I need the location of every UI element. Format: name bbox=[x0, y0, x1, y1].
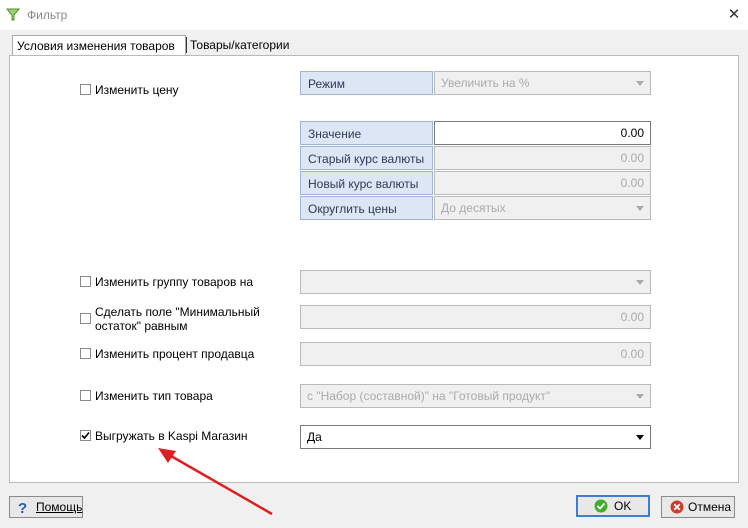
annotation-arrow bbox=[158, 448, 273, 516]
mode-select[interactable]: Увеличить на % bbox=[434, 71, 651, 95]
mode-value: Увеличить на % bbox=[441, 76, 530, 90]
chevron-down-icon bbox=[632, 273, 648, 291]
seller-percent-input[interactable]: 0.00 bbox=[300, 342, 651, 366]
round-label: Округлить цены bbox=[300, 196, 433, 220]
change-price-label: Изменить цену bbox=[95, 83, 179, 97]
tab-conditions[interactable]: Условия изменения товаров bbox=[12, 35, 186, 55]
filter-app-icon bbox=[6, 8, 20, 21]
change-price-checkbox[interactable] bbox=[80, 84, 91, 95]
min-stock-label-line1: Сделать поле "Минимальный bbox=[95, 305, 260, 319]
close-icon[interactable]: ✕ bbox=[722, 3, 746, 27]
kaspi-export-checkbox[interactable] bbox=[80, 430, 91, 441]
round-select[interactable]: До десятых bbox=[434, 196, 651, 220]
product-type-select[interactable]: с "Набор (составной)" на "Готовый продук… bbox=[300, 384, 651, 408]
help-label: Помощь bbox=[36, 500, 83, 514]
value-label: Значение bbox=[300, 121, 433, 145]
round-value: До десятых bbox=[441, 201, 506, 215]
window-title: Фильтр bbox=[27, 8, 68, 22]
product-type-label: Изменить тип товара bbox=[95, 389, 213, 403]
change-group-checkbox[interactable] bbox=[80, 276, 91, 287]
cancel-label: Отмена bbox=[688, 500, 732, 514]
change-group-label: Изменить группу товаров на bbox=[95, 275, 254, 289]
mode-label: Режим bbox=[300, 71, 433, 95]
ok-check-icon bbox=[594, 499, 608, 513]
min-stock-checkbox[interactable] bbox=[80, 313, 91, 324]
tab-products-categories[interactable]: Товары/категории bbox=[186, 35, 293, 55]
new-rate-label: Новый курс валюты bbox=[300, 171, 433, 195]
min-stock-input[interactable]: 0.00 bbox=[300, 305, 651, 329]
group-select[interactable] bbox=[300, 270, 651, 294]
checkmark-icon bbox=[81, 431, 90, 440]
conditions-panel bbox=[9, 55, 739, 483]
ok-button[interactable]: OK bbox=[576, 495, 650, 517]
ok-label: OK bbox=[614, 499, 632, 513]
old-rate-label: Старый курс валюты bbox=[300, 146, 433, 170]
product-type-checkbox[interactable] bbox=[80, 390, 91, 401]
svg-text:?: ? bbox=[18, 500, 27, 515]
help-icon: ? bbox=[18, 500, 27, 515]
seller-percent-checkbox[interactable] bbox=[80, 348, 91, 359]
chevron-down-icon bbox=[632, 199, 648, 217]
kaspi-export-select[interactable]: Да bbox=[300, 425, 651, 449]
new-rate-input[interactable]: 0.00 bbox=[434, 171, 651, 195]
chevron-down-icon bbox=[632, 387, 648, 405]
value-input[interactable]: 0.00 bbox=[434, 121, 651, 145]
seller-percent-label: Изменить процент продавца bbox=[95, 347, 255, 361]
kaspi-export-value: Да bbox=[307, 430, 322, 444]
min-stock-label-line2: остаток" равным bbox=[95, 319, 188, 333]
help-button[interactable]: ? Помощь bbox=[9, 496, 83, 518]
product-type-value: с "Набор (составной)" на "Готовый продук… bbox=[307, 389, 551, 403]
chevron-down-icon bbox=[632, 74, 648, 92]
old-rate-input[interactable]: 0.00 bbox=[434, 146, 651, 170]
title-bar bbox=[0, 0, 748, 30]
chevron-down-icon bbox=[632, 428, 648, 446]
cancel-icon bbox=[670, 500, 684, 514]
cancel-button[interactable]: Отмена bbox=[661, 496, 735, 518]
